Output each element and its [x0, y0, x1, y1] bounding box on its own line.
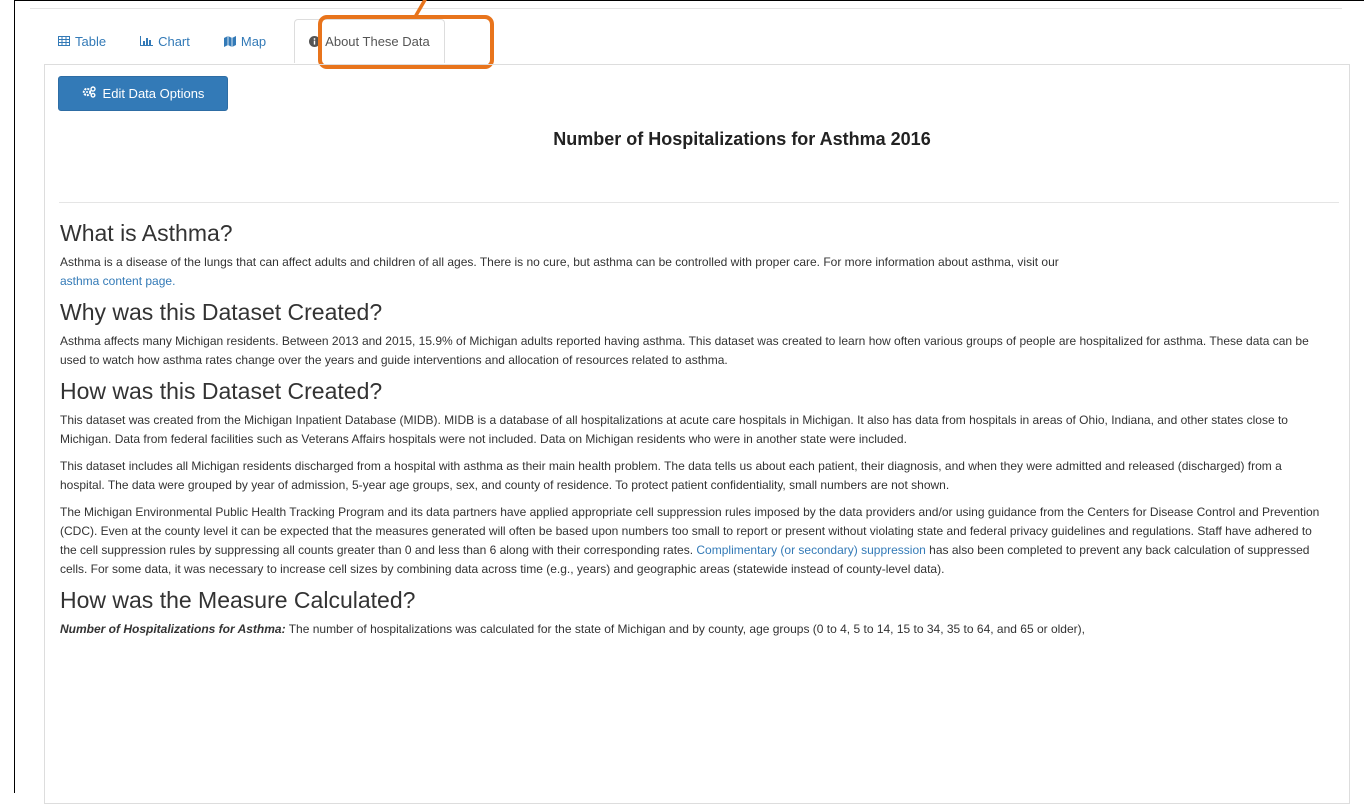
section-paragraph: The Michigan Environmental Public Health… [60, 503, 1322, 579]
section-paragraph: This dataset was created from the Michig… [60, 413, 1288, 446]
section-paragraph: Number of Hospitalizations for Asthma: T… [60, 620, 1322, 639]
section-heading: Why was this Dataset Created? [60, 299, 383, 325]
tab-table[interactable]: Table [44, 19, 120, 63]
table-icon [58, 36, 70, 46]
tab-about-label: About These Data [325, 34, 430, 49]
section-how: How was this Dataset Created? This datas… [60, 378, 1322, 579]
tab-about[interactable]: About These Data [294, 19, 445, 63]
tab-map-label: Map [240, 33, 267, 49]
section-paragraph: Asthma is a disease of the lungs that ca… [60, 253, 1322, 291]
edit-data-options-label: Edit Data Options [102, 86, 205, 101]
bar-chart-icon [140, 36, 154, 46]
section-what: What is Asthma? Asthma is a disease of t… [60, 220, 1322, 291]
tab-table-label: Table [75, 33, 107, 49]
section-paragraph: Asthma affects many Michigan residents. … [60, 334, 1309, 367]
section-why: Why was this Dataset Created? Asthma aff… [60, 299, 1322, 370]
about-content: What is Asthma? Asthma is a disease of t… [60, 220, 1322, 647]
top-divider [30, 8, 1342, 9]
tab-map[interactable]: Map [210, 19, 280, 63]
asthma-content-link[interactable]: asthma content page. [60, 274, 175, 288]
section-paragraph: This dataset includes all Michigan resid… [60, 459, 1282, 492]
paragraph-text: The number of hospitalizations was calcu… [288, 622, 1085, 636]
divider [59, 202, 1339, 203]
secondary-suppression-link[interactable]: Complimentary (or secondary) suppression [696, 543, 925, 557]
tab-chart-label: Chart [158, 33, 190, 49]
tab-chart[interactable]: Chart [126, 19, 204, 63]
section-heading: How was this Dataset Created? [60, 378, 383, 404]
info-circle-icon [309, 36, 321, 47]
section-heading: What is Asthma? [60, 220, 233, 246]
edit-data-options-button[interactable]: Edit Data Options [58, 76, 228, 111]
section-heading: How was the Measure Calculated? [60, 587, 416, 613]
cogs-icon [82, 86, 96, 101]
tab-bar: Table Chart Map About These Data [44, 19, 445, 63]
measure-term: Number of Hospitalizations for Asthma: [60, 622, 286, 636]
about-panel: Edit Data Options Number of Hospitalizat… [44, 64, 1350, 804]
section-measure: How was the Measure Calculated? Number o… [60, 587, 1322, 639]
paragraph-text: Asthma is a disease of the lungs that ca… [60, 255, 1059, 269]
page-title: Number of Hospitalizations for Asthma 20… [553, 129, 931, 149]
map-icon [223, 35, 236, 47]
